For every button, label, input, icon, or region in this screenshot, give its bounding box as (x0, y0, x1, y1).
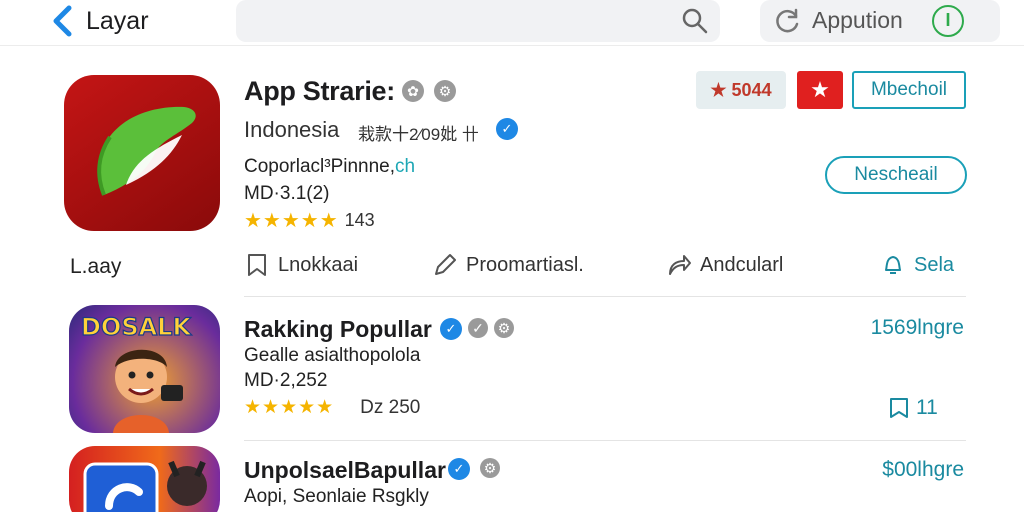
refresh-icon[interactable] (774, 7, 802, 35)
list-rating-row: ★★★★★ Dz 250 (244, 396, 420, 419)
lookup-action[interactable]: Lnokkaai (244, 252, 358, 278)
lookup-label: Lnokkaai (278, 253, 359, 276)
settings-icon: ⚙ (494, 318, 514, 338)
search-icon[interactable] (680, 6, 710, 36)
settings-icon: ⚙ (480, 458, 500, 478)
divider (244, 440, 966, 441)
leaf-logo-icon (97, 106, 196, 196)
rating-row: ★★★★★ 143 (244, 208, 375, 233)
app-store-page: Layar Appution I App Strarie: ✿ ⚙ Indone… (0, 0, 1024, 512)
developer-main: Coporlacl³Pinnne, (244, 156, 396, 177)
promo-action[interactable]: Proomartiasl. (432, 252, 584, 278)
share-label: Andcularl (700, 253, 784, 276)
list-app-size: Dz 250 (360, 396, 421, 418)
developer-tld: ch (395, 156, 416, 177)
rating-count: 143 (344, 210, 375, 230)
star-rating: ★★★★★ (244, 397, 335, 418)
list-app-price[interactable]: $00lhgre (882, 458, 964, 482)
list-app-price[interactable]: 1569lngre (871, 316, 964, 340)
top-bar: Layar Appution I (0, 0, 1024, 46)
star-rating: ★★★★★ (244, 208, 339, 233)
bookmark-icon (890, 398, 908, 418)
list-app-subtitle: Aopi, Seonlaie Rsgkly (244, 486, 429, 507)
app-short-name: L.aay (70, 255, 122, 278)
promo-label: Proomartiasl. (466, 253, 584, 276)
verified-icon: ✓ (448, 458, 470, 480)
favorite-button[interactable]: ★ (797, 71, 843, 109)
badge-icon: ✓ (468, 318, 488, 338)
pencil-icon (435, 254, 456, 275)
list-app-title: Rakking Popullar (244, 316, 432, 342)
list-app-icon[interactable]: DOSALK (69, 305, 220, 433)
app-meta: MD·3.1(2) (244, 183, 330, 204)
app-field[interactable]: Appution I (760, 0, 1000, 42)
rating-badge: ★ 5044 (696, 71, 786, 109)
search-field[interactable] (236, 0, 720, 42)
verified-icon: ✓ (440, 318, 462, 340)
title-badges: ✿ ⚙ (402, 80, 456, 102)
save-count: 11 (916, 396, 938, 419)
info-icon[interactable]: I (932, 5, 964, 37)
award-icon: ✿ (402, 80, 424, 102)
list-title-badges: ✓ ✓ ⚙ (440, 318, 514, 340)
back-label: Layar (86, 6, 149, 35)
list-app-title: UnpolsaelBapullar (244, 457, 446, 483)
secondary-button[interactable]: Mbechoil (852, 71, 966, 109)
featured-app-title: App Strarie: (244, 76, 395, 106)
game-logo-text: DOSALK (81, 313, 192, 341)
list-app-subtitle: Gealle asialthopolola (244, 345, 421, 366)
share-icon (669, 255, 691, 275)
list-app-icon[interactable] (69, 446, 220, 512)
sale-label: Sela (914, 253, 955, 276)
bookmark-icon (248, 254, 266, 276)
back-button[interactable]: Layar (50, 4, 149, 38)
share-action[interactable]: Andcularl (666, 252, 783, 278)
stars-filled: ★★★★★ (244, 210, 339, 232)
sale-action[interactable]: Sela (880, 252, 954, 278)
app-field-label: Appution (812, 7, 903, 33)
region-subtitle: 栽款十2⁄09妣 卄 (358, 125, 479, 144)
region-label: Indonesia (244, 117, 340, 142)
verified-icon: ✓ (496, 118, 518, 140)
bell-icon (885, 256, 901, 274)
get-button[interactable]: Nescheail (825, 156, 967, 194)
list-app-meta: MD·2,252 (244, 370, 328, 391)
game-character-icon: DOSALK (80, 312, 193, 433)
featured-app-icon[interactable] (64, 75, 220, 231)
list-title-badges: ✓ ⚙ (448, 458, 500, 480)
save-button[interactable]: 11 (888, 396, 938, 420)
divider (244, 296, 966, 297)
developer-name: Coporlacl³Pinnne,ch (244, 156, 415, 178)
settings-icon: ⚙ (434, 80, 456, 102)
chevron-left-icon (53, 5, 72, 37)
app-logo-icon (83, 460, 207, 512)
